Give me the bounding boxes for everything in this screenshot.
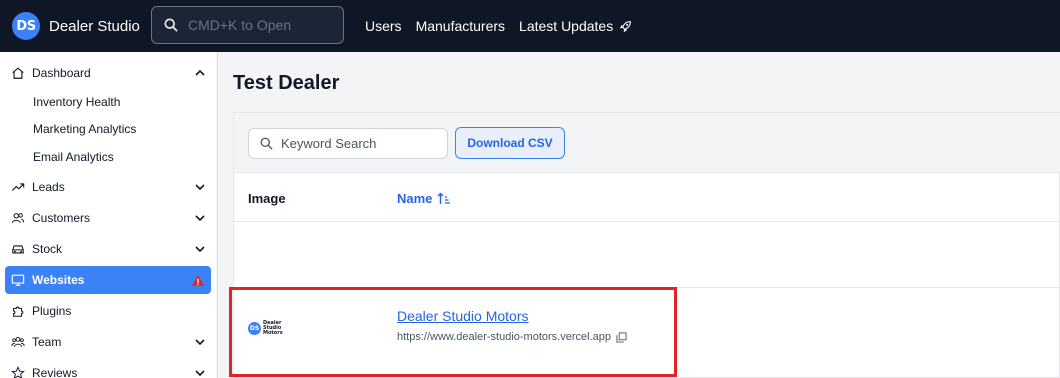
- sidebar-item-team[interactable]: Team: [5, 328, 211, 356]
- chevron-down-icon: [195, 215, 205, 222]
- monitor-icon: [11, 274, 25, 286]
- copy-icon[interactable]: [616, 331, 627, 343]
- nav-manufacturers[interactable]: Manufacturers: [416, 18, 505, 34]
- site-logo-thumbnail: DS Dealer Studio Motors: [248, 321, 295, 336]
- site-logo-badge: DS: [248, 322, 261, 335]
- sidebar-item-leads[interactable]: Leads: [5, 173, 211, 201]
- car-icon: [12, 245, 24, 254]
- sidebar-item-label: Customers: [32, 211, 91, 225]
- users-icon: [11, 213, 25, 223]
- sidebar-subitem-inventory-health[interactable]: Inventory Health: [33, 95, 120, 109]
- table-row-empty: [234, 223, 1060, 288]
- chevron-down-icon: [195, 339, 205, 346]
- chevron-down-icon: [195, 184, 205, 191]
- sidebar-item-stock[interactable]: Stock: [5, 235, 211, 263]
- sort-ascending-icon: [437, 192, 451, 204]
- sidebar: Dashboard Inventory Health Marketing Ana…: [0, 52, 218, 378]
- sidebar-item-label: Dashboard: [32, 66, 91, 80]
- nav-latest-updates[interactable]: Latest Updates: [519, 18, 632, 34]
- sidebar-subitem-email-analytics[interactable]: Email Analytics: [33, 150, 114, 164]
- brand-name: Dealer Studio: [49, 17, 140, 35]
- keyword-search[interactable]: [248, 128, 448, 159]
- site-name-link[interactable]: Dealer Studio Motors: [397, 308, 529, 324]
- sidebar-item-label: Stock: [32, 242, 63, 256]
- trend-up-icon: [11, 183, 25, 191]
- table-toolbar: Download CSV: [234, 113, 1060, 173]
- top-nav: Users Manufacturers Latest Updates: [365, 0, 646, 52]
- site-logo-caption: Dealer Studio Motors: [263, 320, 283, 336]
- sidebar-item-label: Team: [32, 335, 62, 349]
- chevron-up-icon: [195, 69, 205, 76]
- logo-badge: DS: [12, 12, 40, 40]
- column-header-name-label: Name: [397, 191, 433, 206]
- global-search[interactable]: [151, 6, 344, 44]
- page-title: Test Dealer: [233, 72, 340, 94]
- chevron-down-icon: [195, 370, 205, 377]
- nav-latest-updates-label: Latest Updates: [519, 18, 614, 34]
- global-search-input[interactable]: [188, 17, 338, 33]
- sidebar-subitem-marketing-analytics[interactable]: Marketing Analytics: [33, 122, 136, 136]
- home-icon: [12, 67, 24, 79]
- keyword-search-input[interactable]: [281, 136, 441, 151]
- chevron-down-icon: [195, 246, 205, 253]
- rocket-icon: [619, 20, 632, 32]
- site-url-text: https://www.dealer-studio-motors.vercel.…: [397, 331, 611, 343]
- sidebar-item-label: Reviews: [32, 366, 78, 378]
- sidebar-item-label: Leads: [32, 180, 65, 194]
- table-header: Image Name: [234, 174, 1060, 222]
- table-row: DS Dealer Studio Motors Dealer Studio Mo…: [234, 289, 1060, 378]
- star-icon: [11, 366, 25, 378]
- download-csv-button[interactable]: Download CSV: [455, 127, 565, 159]
- sidebar-item-reviews[interactable]: Reviews: [5, 359, 211, 378]
- sidebar-item-label: Websites: [32, 273, 85, 287]
- nav-users[interactable]: Users: [365, 18, 402, 34]
- magnifier-icon: [260, 137, 273, 150]
- sidebar-item-dashboard[interactable]: Dashboard: [5, 59, 211, 87]
- sidebar-item-plugins[interactable]: Plugins: [5, 297, 211, 325]
- websites-table-panel: Download CSV Image Name DS Dealer Studio…: [233, 112, 1060, 378]
- puzzle-icon: [13, 306, 24, 317]
- team-icon: [11, 336, 25, 347]
- column-header-name[interactable]: Name: [397, 191, 451, 206]
- column-header-image: Image: [248, 191, 286, 206]
- site-url: https://www.dealer-studio-motors.vercel.…: [397, 331, 627, 343]
- warning-icon: [191, 274, 205, 286]
- sidebar-item-label: Plugins: [32, 304, 72, 318]
- magnifier-icon: [164, 18, 178, 32]
- brand[interactable]: DS Dealer Studio: [12, 12, 140, 40]
- sidebar-item-customers[interactable]: Customers: [5, 204, 211, 232]
- top-bar: DS Dealer Studio Users Manufacturers Lat…: [0, 0, 1060, 52]
- sidebar-item-websites[interactable]: Websites: [5, 266, 211, 294]
- main-content: Test Dealer Download CSV Image Name DS D…: [219, 52, 1060, 378]
